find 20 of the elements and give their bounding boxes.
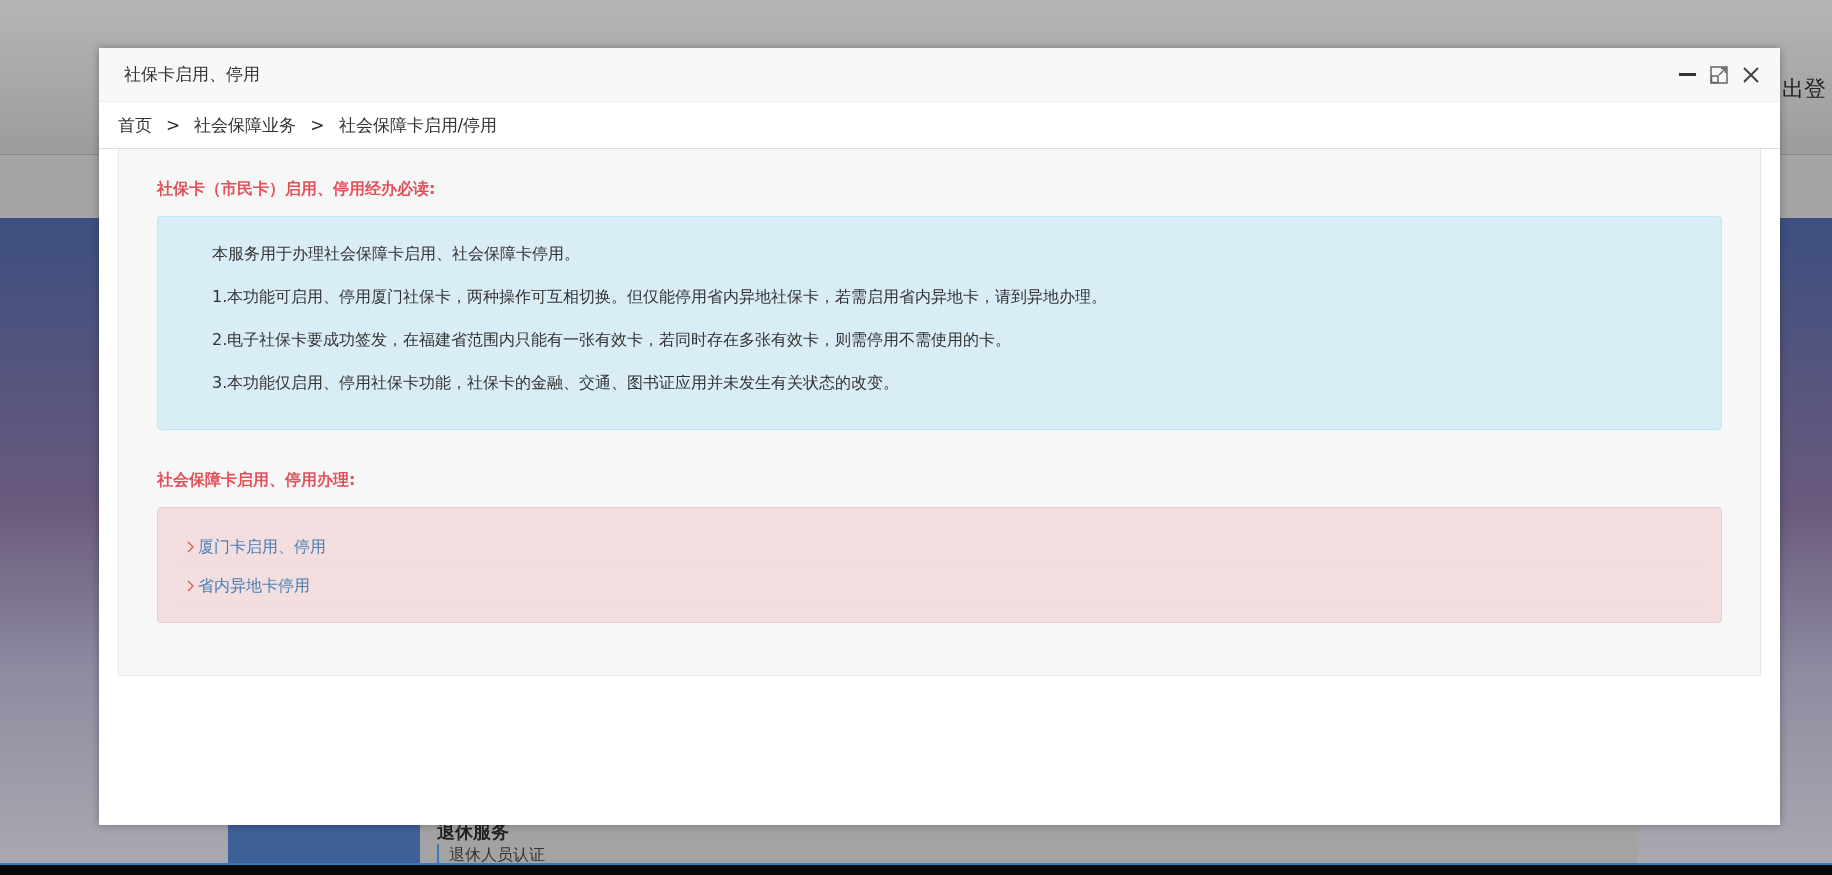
service-link[interactable]: 省内异地卡停用 [198,573,310,599]
notice-paragraph: 3.本功能仅启用、停用社保卡功能，社保卡的金融、交通、图书证应用并未发生有关状态的改变。 [212,372,901,393]
dialog-title: 社保卡启用、停用 [124,63,261,86]
close-icon [1743,66,1759,83]
chevron-right-icon [187,580,194,592]
breadcrumb-link[interactable]: 社会保障业务 [194,113,297,137]
section-heading: 社会保障卡启用、停用办理: [157,470,357,491]
notice-paragraph: 本服务用于办理社会保障卡启用、社会保障卡停用。 [212,243,581,264]
breadcrumb-link[interactable]: 首页 [118,113,152,137]
service-link[interactable]: 厦门卡启用、停用 [198,534,326,560]
notice-paragraph: 2.电子社保卡要成功签发，在福建省范围内只能有一张有效卡，若同时存在多张有效卡，则需停用不需使用的卡。 [212,329,1013,350]
chevron-right-icon [187,541,194,553]
logout-link[interactable]: 出登 [1782,74,1826,104]
section-heading: 社保卡（市民卡）启用、停用经办必读: [157,179,437,200]
breadcrumb-separator: > [310,115,325,135]
maximize-icon [1710,65,1728,84]
breadcrumb-separator: > [166,115,181,135]
breadcrumb-link[interactable]: 社会保障卡启用/停用 [338,113,498,137]
minimize-icon [1678,73,1696,76]
notice-paragraph: 1.本功能可启用、停用厦门社保卡，两种操作可互相切换。但仅能停用省内异地社保卡，若需启用省内异地卡，请到异地办理。 [212,286,1109,307]
